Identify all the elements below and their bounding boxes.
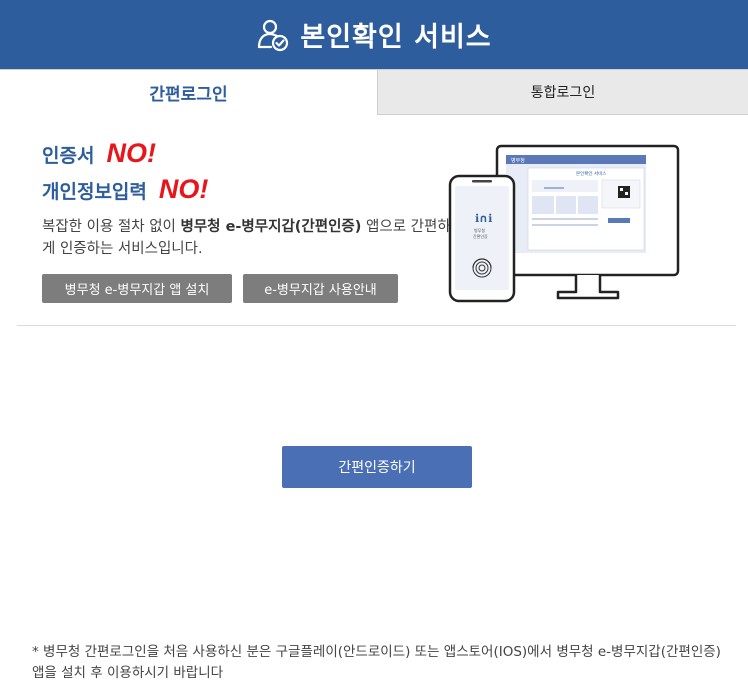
- user-check-icon: [258, 19, 289, 51]
- install-notice: * 병무청 간편로그인을 처음 사용하신 분은 구글플레이(안드로이드) 또는 …: [32, 644, 721, 681]
- usage-guide-button[interactable]: e-병무지갑 사용안내: [243, 274, 398, 303]
- desc-app-name: 병무청 e-병무지갑(간편인증): [180, 219, 362, 235]
- promo-personal-info-label: 개인정보입력: [42, 181, 147, 203]
- tab-simple-login[interactable]: 간편로그인: [0, 69, 378, 115]
- promo-section: 인증서 NO! 개인정보입력 NO! 복잡한 이용 절차 없이 병무청 e-병무…: [42, 138, 452, 260]
- page-header: 본인확인 서비스: [0, 0, 748, 69]
- page-title: 본인확인 서비스: [300, 22, 492, 53]
- svg-text:ℹ∩ℹ: ℹ∩ℹ: [475, 212, 492, 225]
- app-button-row: 병무청 e-병무지갑 앱 설치 e-병무지갑 사용안내: [42, 274, 398, 303]
- desc-prefix: 복잡한 이용 절차 없이: [42, 219, 181, 235]
- promo-description: 복잡한 이용 절차 없이 병무청 e-병무지갑(간편인증) 앱으로 간편하게 인…: [42, 216, 462, 260]
- monitor-illustration: 병무청 본인확인 서비스: [495, 144, 680, 300]
- promo-no-badge: NO!: [106, 138, 156, 168]
- section-divider: [17, 325, 736, 326]
- promo-line-certificate: 인증서 NO!: [42, 138, 452, 174]
- phone-illustration: ℹ∩ℹ 병무청 간편인증: [448, 174, 516, 303]
- install-app-button[interactable]: 병무청 e-병무지갑 앱 설치: [42, 274, 232, 303]
- phone-text-1: 병무청: [474, 227, 485, 233]
- promo-certificate-label: 인증서: [42, 145, 95, 167]
- promo-no-badge: NO!: [158, 174, 209, 204]
- device-illustration: 병무청 본인확인 서비스 ℹ∩ℹ 병무청 간편인증: [448, 144, 680, 303]
- tab-integrated-login[interactable]: 통합로그인: [378, 69, 748, 115]
- promo-line-personal-info: 개인정보입력 NO!: [42, 174, 452, 210]
- monitor-title-text: 본인확인 서비스: [576, 170, 606, 177]
- monitor-header-text: 병무청: [511, 157, 525, 164]
- phone-text-2: 간편인증: [473, 233, 488, 239]
- simple-auth-button[interactable]: 간편인증하기: [282, 446, 472, 488]
- login-tabs: 간편로그인 통합로그인: [0, 69, 748, 115]
